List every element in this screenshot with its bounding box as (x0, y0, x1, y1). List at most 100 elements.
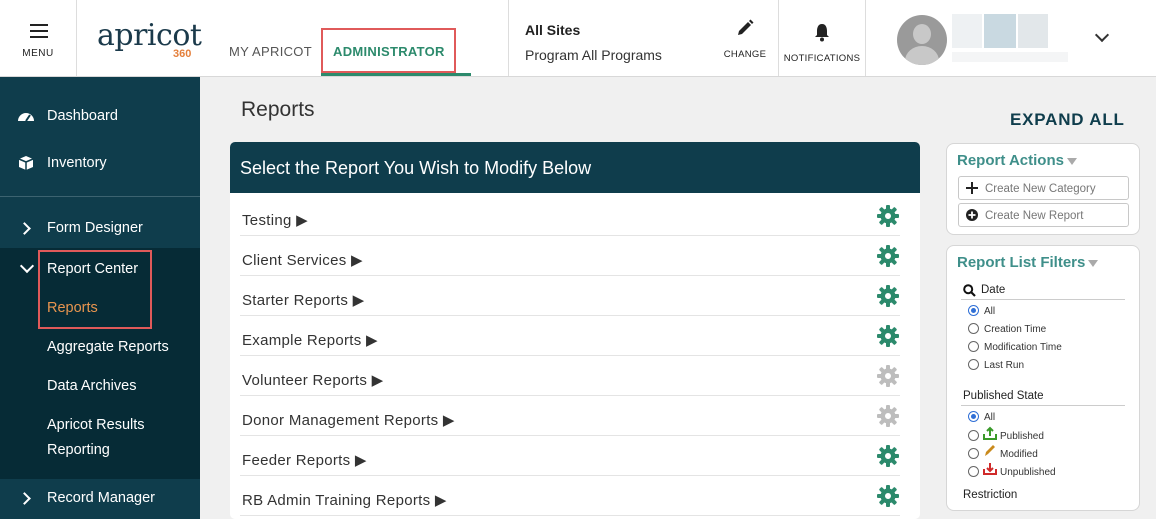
filter-restriction-label: Restriction (963, 489, 1018, 501)
report-actions-title-text: Report Actions (957, 152, 1064, 169)
report-row[interactable]: Client Services ▶ (240, 236, 900, 276)
report-category-name[interactable]: Donor Management Reports ▶ (242, 411, 455, 429)
change-button[interactable]: CHANGE (722, 18, 768, 60)
sidebar-subitem-apricot-results[interactable]: Apricot Results (47, 417, 145, 433)
hamburger-icon (30, 24, 48, 38)
report-row[interactable]: RB Admin Training Reports ▶ (240, 476, 900, 516)
sidebar-subitem-reporting[interactable]: Reporting (47, 442, 110, 458)
sidebar: Dashboard Inventory Form Designer Report… (0, 77, 200, 519)
sidebar-label-inventory: Inventory (47, 155, 107, 171)
radio-date-modification-time[interactable] (968, 341, 979, 352)
radio-modified[interactable] (968, 448, 979, 459)
option-date-last-run: Last Run (984, 360, 1025, 371)
radio-date-last-run[interactable] (968, 359, 979, 370)
report-row[interactable]: Starter Reports ▶ (240, 276, 900, 316)
sidebar-subitem-aggregate-reports[interactable]: Aggregate Reports (47, 339, 169, 355)
logo-number: 360 (173, 48, 192, 60)
create-new-category-label: Create New Category (985, 183, 1096, 195)
program-label: Program All Programs (525, 47, 662, 63)
menu-label: MENU (22, 48, 54, 59)
report-category-name[interactable]: Testing ▶ (242, 211, 308, 229)
create-new-report-label: Create New Report (985, 210, 1084, 222)
published-upload-icon (983, 426, 997, 440)
report-category-name[interactable]: Volunteer Reports ▶ (242, 371, 383, 389)
top-bar: MENU apricot 360 MY APRICOT ADMINISTRATO… (0, 0, 1156, 77)
user-avatar[interactable] (897, 15, 947, 65)
highlight-box-report-center (38, 250, 152, 329)
gear-settings-icon[interactable] (876, 204, 900, 228)
apricot-logo[interactable]: apricot 360 (97, 18, 202, 60)
report-list-panel: Select the Report You Wish to Modify Bel… (230, 142, 920, 519)
inventory-box-icon (18, 156, 34, 170)
active-tab-indicator (321, 73, 471, 76)
option-published-all: All (984, 412, 996, 423)
caret-down-icon (1088, 259, 1099, 267)
chevron-right-icon (18, 222, 31, 235)
dashboard-icon (18, 113, 34, 122)
highlight-box-administrator (321, 28, 456, 73)
gear-settings-icon[interactable] (876, 324, 900, 348)
radio-published-all[interactable] (968, 411, 979, 422)
plus-circle-icon (966, 209, 978, 221)
gear-settings-icon[interactable] (876, 244, 900, 268)
report-category-name[interactable]: Example Reports ▶ (242, 331, 378, 349)
report-list-filters-widget: Report List Filters Date All Creation Ti… (946, 245, 1140, 511)
sidebar-label-record-manager: Record Manager (47, 490, 155, 506)
report-list-filters-title-text: Report List Filters (957, 254, 1086, 271)
report-row[interactable]: Example Reports ▶ (240, 316, 900, 356)
radio-published[interactable] (968, 430, 979, 441)
unpublished-download-icon (983, 463, 997, 475)
filter-divider (961, 405, 1125, 406)
filter-divider (961, 299, 1125, 300)
option-date-all: All (984, 306, 996, 317)
report-row[interactable]: Feeder Reports ▶ (240, 436, 900, 476)
option-modified: Modified (1000, 449, 1038, 460)
report-category-name[interactable]: Feeder Reports ▶ (242, 451, 367, 469)
option-unpublished: Unpublished (1000, 467, 1056, 478)
sidebar-subitem-data-archives[interactable]: Data Archives (47, 378, 136, 394)
tab-my-apricot[interactable]: MY APRICOT (229, 44, 312, 59)
sidebar-label-dashboard: Dashboard (47, 108, 118, 124)
option-date-modification-time: Modification Time (984, 342, 1062, 353)
option-published: Published (1000, 431, 1044, 442)
sidebar-divider (0, 196, 200, 197)
page-title: Reports (241, 98, 315, 121)
report-category-name[interactable]: Starter Reports ▶ (242, 291, 365, 309)
filter-date-label: Date (981, 284, 1006, 296)
site-title: All Sites (525, 22, 581, 38)
report-row[interactable]: Testing ▶ (240, 196, 900, 236)
search-icon (963, 284, 976, 297)
create-new-report-button[interactable]: Create New Report (958, 203, 1129, 227)
report-actions-title[interactable]: Report Actions (957, 152, 1077, 169)
report-row[interactable]: Donor Management Reports ▶ (240, 396, 900, 436)
change-label: CHANGE (723, 49, 767, 60)
report-list-filters-title[interactable]: Report List Filters (957, 254, 1099, 271)
report-category-name[interactable]: Client Services ▶ (242, 251, 363, 269)
chevron-right-icon (18, 492, 31, 505)
radio-date-creation-time[interactable] (968, 323, 979, 334)
caret-down-icon (1066, 157, 1077, 165)
gear-settings-icon[interactable] (876, 484, 900, 508)
modified-pencil-icon (985, 445, 995, 456)
notifications-label: NOTIFICATIONS (783, 53, 861, 64)
gear-settings-icon[interactable] (876, 444, 900, 468)
gear-settings-icon[interactable] (876, 404, 900, 428)
notifications-button[interactable]: NOTIFICATIONS (778, 0, 866, 76)
user-menu-chevron-icon[interactable] (1094, 27, 1110, 43)
radio-unpublished[interactable] (968, 466, 979, 477)
report-actions-widget: Report Actions Create New Category Creat… (946, 143, 1140, 235)
panel-header: Select the Report You Wish to Modify Bel… (230, 142, 920, 193)
gear-settings-icon[interactable] (876, 284, 900, 308)
menu-button[interactable]: MENU (0, 0, 77, 76)
report-category-name[interactable]: RB Admin Training Reports ▶ (242, 491, 447, 509)
redacted-user-name (952, 14, 1068, 62)
report-row[interactable]: Volunteer Reports ▶ (240, 356, 900, 396)
option-date-creation-time: Creation Time (984, 324, 1047, 335)
create-new-category-button[interactable]: Create New Category (958, 176, 1129, 200)
expand-all-button[interactable]: EXPAND ALL (1010, 110, 1125, 130)
radio-date-all[interactable] (968, 305, 979, 316)
sidebar-label-form-designer: Form Designer (47, 220, 143, 236)
filter-published-state-label: Published State (963, 390, 1044, 402)
pencil-icon (738, 19, 754, 35)
gear-settings-icon[interactable] (876, 364, 900, 388)
